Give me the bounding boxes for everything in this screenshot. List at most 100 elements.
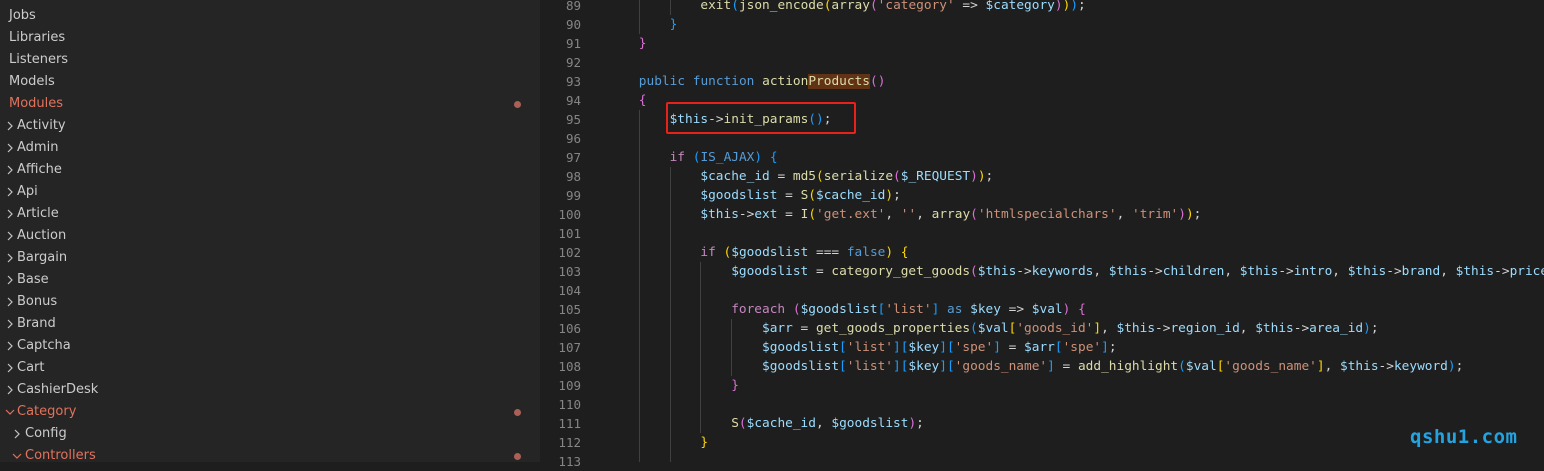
indent-guide [669, 167, 671, 462]
code-token: ( [970, 264, 978, 279]
line-number: 90 [565, 17, 581, 32]
code-line[interactable]: } [670, 15, 678, 34]
code-token: -> [1494, 264, 1510, 279]
explorer-item[interactable]: Admin [0, 137, 540, 159]
chevron-right-icon[interactable] [5, 247, 15, 269]
chevron-down-icon[interactable] [12, 445, 22, 462]
code-token: 'goods_name' [1224, 359, 1317, 374]
code-token: $this [977, 264, 1017, 279]
explorer-item[interactable]: Models [0, 71, 540, 93]
code-line[interactable]: if ($goodslist === false) { [700, 243, 908, 262]
code-token: , [815, 416, 832, 431]
explorer-item[interactable]: Brand [0, 313, 540, 335]
chevron-right-icon[interactable] [12, 423, 22, 445]
chevron-right-icon[interactable] [5, 269, 15, 291]
code-line[interactable]: $goodslist = S($cache_id); [700, 186, 900, 205]
explorer-item[interactable]: Bargain [0, 247, 540, 269]
code-line[interactable]: $goodslist['list'][$key]['spe'] = $arr['… [762, 338, 1117, 357]
line-number: 97 [565, 150, 581, 165]
code-token: ( [970, 207, 978, 222]
code-editor[interactable]: exit(json_encode(array('category' => $ca… [608, 0, 1544, 462]
explorer-item[interactable]: Modules [0, 93, 540, 115]
code-token: , [1224, 264, 1240, 279]
line-number: 100 [558, 207, 581, 222]
chevron-down-icon[interactable] [5, 401, 15, 423]
chevron-right-icon[interactable] [5, 379, 15, 401]
code-token: ( [808, 207, 817, 222]
code-line[interactable]: if (IS_AJAX) { [670, 148, 778, 167]
code-token: ) [1070, 0, 1079, 13]
code-token: , [1093, 264, 1109, 279]
explorer-item-label: Controllers [25, 448, 96, 462]
explorer-item[interactable]: Bonus [0, 291, 540, 313]
chevron-right-icon[interactable] [5, 291, 15, 313]
chevron-right-icon[interactable] [5, 313, 15, 335]
code-line[interactable]: foreach ($goodslist['list'] as $key => $… [731, 300, 1086, 319]
chevron-right-icon[interactable] [5, 159, 15, 181]
chevron-right-icon[interactable] [5, 335, 15, 357]
code-token: ( [731, 0, 739, 13]
explorer-item[interactable]: Article [0, 203, 540, 225]
chevron-right-icon[interactable] [5, 225, 15, 247]
code-token: ) [754, 150, 763, 165]
code-token: $arr [1024, 340, 1055, 355]
code-line[interactable]: S($cache_id, $goodslist); [731, 414, 924, 433]
chevron-right-icon[interactable] [5, 357, 15, 379]
chevron-right-icon[interactable] [5, 181, 15, 203]
chevron-right-icon[interactable] [5, 137, 15, 159]
explorer-item[interactable]: Activity [0, 115, 540, 137]
explorer-item[interactable]: Libraries [0, 27, 540, 49]
explorer-item[interactable]: Cart [0, 357, 540, 379]
explorer-item-label: Article [17, 206, 59, 221]
code-token: $goodslist [831, 416, 909, 431]
code-token: { [900, 245, 909, 260]
code-line[interactable]: $goodslist['list'][$key]['goods_name'] =… [762, 357, 1463, 376]
code-token: -> [1016, 264, 1032, 279]
explorer-item[interactable]: CashierDesk [0, 379, 540, 401]
code-token: , [916, 207, 932, 222]
explorer-item[interactable]: Controllers [0, 445, 540, 462]
code-line[interactable]: } [731, 376, 739, 395]
code-token: ][ [893, 359, 909, 374]
code-token: = [769, 169, 793, 184]
code-line[interactable]: $cache_id = md5(serialize($_REQUEST)); [700, 167, 993, 186]
indent-guide [638, 0, 640, 34]
code-token: = [792, 321, 816, 336]
code-line[interactable]: public function actionProducts() [639, 72, 885, 91]
code-token: [ [1054, 340, 1063, 355]
chevron-right-icon[interactable] [5, 115, 15, 137]
explorer-item[interactable]: Category [0, 401, 540, 423]
code-token: { [638, 93, 647, 108]
code-token: $goodslist [700, 188, 778, 203]
code-line[interactable]: $goodslist = category_get_goods($this->k… [731, 262, 1544, 281]
indent-guide [731, 319, 733, 376]
code-token: => [954, 0, 986, 13]
code-line[interactable]: $this->ext = I('get.ext', '', array('htm… [700, 205, 1201, 224]
explorer-item[interactable]: Api [0, 181, 540, 203]
code-token: ; [1193, 207, 1202, 222]
chevron-right-icon[interactable] [5, 203, 15, 225]
code-token: price_min [1509, 264, 1544, 279]
explorer-item[interactable]: Base [0, 269, 540, 291]
code-token: false [846, 245, 886, 260]
code-token: $val [1031, 302, 1063, 317]
code-line[interactable]: $arr = get_goods_properties($val['goods_… [762, 319, 1379, 338]
code-line[interactable]: } [700, 433, 708, 452]
explorer-item[interactable]: Config [0, 423, 540, 445]
code-line[interactable]: exit(json_encode(array('category' => $ca… [700, 0, 1085, 15]
code-line[interactable]: { [639, 91, 647, 110]
explorer-item[interactable]: Jobs [0, 5, 540, 27]
explorer-item[interactable]: Affiche [0, 159, 540, 181]
code-token: array [931, 207, 971, 222]
explorer-item[interactable]: Auction [0, 225, 540, 247]
code-token: $category [985, 0, 1055, 13]
code-line[interactable]: } [639, 34, 647, 53]
explorer-item[interactable]: Captcha [0, 335, 540, 357]
explorer-item[interactable]: Listeners [0, 49, 540, 71]
code-token: 'list' [846, 359, 893, 374]
code-token: ( [869, 0, 878, 13]
code-token: area_id [1309, 321, 1364, 336]
